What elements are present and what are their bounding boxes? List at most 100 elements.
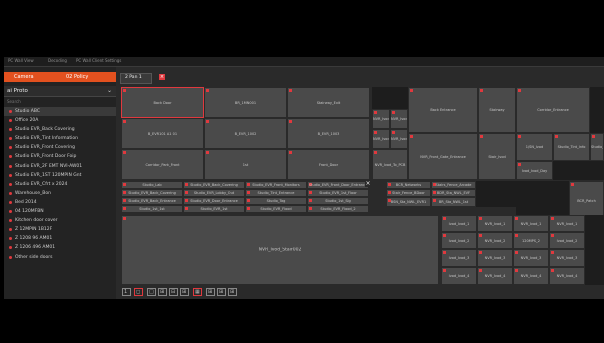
wall-window[interactable]: Front_Door [287,149,370,180]
wall-window[interactable]: Stair_Ivod [478,133,516,180]
wall-window[interactable]: NVR_Ivod_3 [549,249,585,267]
wall-window[interactable]: Studio_EVR_Front_Monitors [245,181,307,189]
wall-window[interactable]: Ivod_Ivod_4 [441,267,477,285]
list-item[interactable]: Studio ABC [4,107,116,117]
wall-window[interactable]: Back Door [121,87,204,118]
menu-pc-wall-client-settings[interactable]: PC Wall Client Settings [76,58,121,63]
wall-window[interactable]: Studio_Lab [121,181,183,189]
wall-window[interactable]: Ivod_Ivod_2 [441,232,477,249]
wall-window[interactable]: NVR_Ivod_To_PCB [372,149,408,180]
wall-window[interactable]: Studio_EVR_Front_Door_Entrance [307,181,369,189]
menu-decoding[interactable]: Decoding [48,58,67,63]
wall-window[interactable]: Stairway [478,87,516,133]
list-item[interactable]: Studio EVR_1ST 120MPIN Gnt [4,171,116,180]
layout-4-button[interactable]: ◻ [134,288,143,296]
list-item[interactable]: Studio EVR_Tint Information [4,134,116,143]
list-item[interactable]: Studio EVR_Front Covering [4,143,116,152]
wall-window[interactable]: NVR_Ivod_20F [390,109,408,129]
search-field[interactable]: Search [4,98,116,106]
wall-window[interactable]: Ivod_Ivod_Day [516,161,553,180]
list-item[interactable]: Studio EVR_Back Covering [4,125,116,134]
tab-wall-1[interactable]: 2 Pan 1 × [120,73,165,84]
list-item[interactable]: Studio EVR_Front Door Foip [4,152,116,161]
wall-window[interactable]: Ivod_Ivod_2 [549,232,585,249]
list-item[interactable]: Z 1208 96 AM01 [4,234,116,243]
wall-window[interactable]: 1st [204,149,287,180]
wall-window[interactable]: Studio_Tint_Info [553,133,590,161]
wall-window[interactable]: NVR_Ivod_To [372,129,390,149]
list-item[interactable]: Warehouse_Bon [4,189,116,198]
group-select[interactable]: ai Proto ⌄ [4,86,116,97]
wall-window[interactable]: BCR_Networks [386,181,431,189]
wall-window[interactable]: Studio_1st_Sig [307,197,369,205]
wall-window[interactable]: NVR_Ivod_Day [372,109,390,129]
empty-slot [590,87,604,133]
layout-16-button[interactable]: ▦ [193,288,202,296]
wall-window-large[interactable]: NVR_Ivod_Stair002 [121,215,439,285]
wall-window[interactable]: Studio_EVR_Back_Covering [121,189,183,197]
wall-window[interactable]: Studio_Ivod [590,133,604,161]
wall-window[interactable]: BSN_Sta_NWL_EVR1 [386,197,431,207]
list-item[interactable]: Office 20A [4,116,116,125]
wall-window[interactable]: BR_1MN001 [204,87,287,118]
layout-8-button[interactable]: ⊞ [158,288,167,296]
layout-custom-button[interactable]: ⊞ [228,288,237,296]
list-item[interactable]: Bed 2014 [4,198,116,207]
wall-window[interactable]: NVR_Front_Gate_Entrance [408,133,478,180]
wall-window[interactable]: Studio_EVR_1st [183,205,245,213]
wall-window[interactable]: Studio_EVR_Lobby_Out [183,189,245,197]
wall-window[interactable]: NVR_Ivod_4 [513,267,549,285]
list-item[interactable]: Z 12MPIN 1B12F [4,225,116,234]
wall-window[interactable]: Studio_EVR_Back_Covering [183,181,245,189]
wall-window[interactable]: NVR_Ivod_3 [513,249,549,267]
wall-window[interactable]: Stair_Fence_BDoor [386,189,431,197]
wall-window[interactable]: BR_Sta_NWL_1st [431,197,476,207]
policy-tab[interactable]: 02 Policy [66,74,88,80]
list-item[interactable]: Kitchen door cover [4,216,116,225]
list-item[interactable]: Other side doors [4,253,116,262]
list-item[interactable]: 04 120MFBN [4,207,116,216]
wall-window[interactable]: Studio_EVR_Flood_2 [307,205,369,213]
layout-36-button[interactable]: ⊞ [217,288,226,296]
wall-window[interactable]: BDR_Sta_NWL_EVF [431,189,476,197]
wall-window[interactable]: NVR_Ivod_1 [513,215,549,232]
wall-window[interactable]: 1/SN_Ivod [516,133,553,161]
wall-window[interactable]: Corridor_Park_Front [121,149,204,180]
wall-window[interactable]: Stairway_Exit [287,87,370,118]
wall-window[interactable]: B_EVR_1002 [204,118,287,149]
layout-1-button[interactable]: 1 [122,288,131,296]
wall-window[interactable]: NVR_Ivod_Day_Ipt [390,129,408,149]
layout-25-button[interactable]: ⊞ [206,288,215,296]
wall-window[interactable]: Studio_EVR_Flood [245,205,307,213]
wall-window[interactable]: NVR_Ivod_1 [477,215,513,232]
wall-window[interactable]: Back Entrance [408,87,478,133]
list-item[interactable]: Studio EVR_2F EMT NVI-AW01 [4,162,116,171]
wall-window[interactable]: NVR_Ivod_2 [477,232,513,249]
list-item[interactable]: Studio EVR_Cfrt x 2024 [4,180,116,189]
wall-window[interactable]: Studio_EVR_Door_Entrance [183,197,245,205]
wall-window[interactable]: NVR_Ivod_4 [549,267,585,285]
layout-6-button[interactable]: □ [147,288,156,296]
wall-window[interactable]: Studio_EVR_1st_Floor [307,189,369,197]
wall-window[interactable]: Studio_Tint_Entrance [245,189,307,197]
wall-window[interactable]: Studio_Tag [245,197,307,205]
wall-window[interactable]: B_EVR_1003 [287,118,370,149]
wall-window[interactable]: Corridor_Entrance [516,87,590,133]
layout-13-button[interactable]: ⊞ [180,288,189,296]
close-tab-icon[interactable]: × [159,74,165,80]
wall-window[interactable]: B_EVR101 A1 01 [121,118,204,149]
wall-window[interactable]: Stairs_Fence_Arcade [431,181,476,189]
close-icon[interactable]: × [365,181,371,187]
menu-pc-wall-view[interactable]: PC Wall View [8,58,34,63]
list-item[interactable]: Z 1206 496 AM01 [4,243,116,252]
camera-tab[interactable]: Camera [14,74,34,80]
wall-window[interactable]: Ivod_Ivod_1 [441,215,477,232]
wall-window[interactable]: NVR_Ivod_3 [477,249,513,267]
wall-window[interactable]: NVR_Ivod_1 [549,215,585,232]
wall-window[interactable]: Ivod_Ivod_3 [441,249,477,267]
layout-9-button[interactable]: ⊟ [169,288,178,296]
wall-window[interactable]: NVR_Ivod_4 [477,267,513,285]
wall-window[interactable]: Studio_1st_1st [121,205,183,213]
wall-window[interactable]: 120MPS_2 [513,232,549,249]
wall-window[interactable]: Studio_EVR_Back_Entrance [121,197,183,205]
